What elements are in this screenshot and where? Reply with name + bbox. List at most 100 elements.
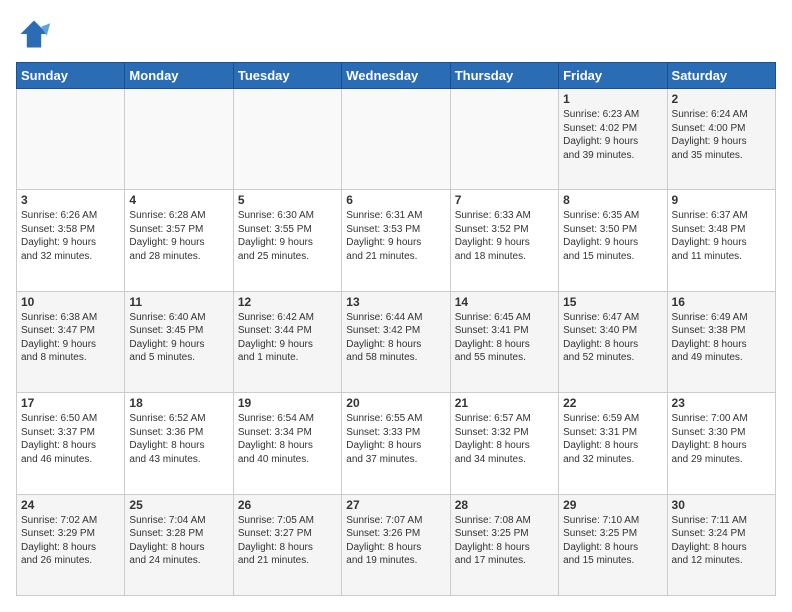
day-number: 4 — [129, 193, 228, 207]
day-number: 10 — [21, 295, 120, 309]
calendar-cell: 5Sunrise: 6:30 AM Sunset: 3:55 PM Daylig… — [233, 190, 341, 291]
col-header-monday: Monday — [125, 63, 233, 89]
day-info: Sunrise: 6:52 AM Sunset: 3:36 PM Dayligh… — [129, 412, 228, 466]
day-info: Sunrise: 6:31 AM Sunset: 3:53 PM Dayligh… — [346, 209, 445, 263]
day-info: Sunrise: 6:40 AM Sunset: 3:45 PM Dayligh… — [129, 311, 228, 365]
calendar-cell: 25Sunrise: 7:04 AM Sunset: 3:28 PM Dayli… — [125, 494, 233, 595]
day-number: 27 — [346, 498, 445, 512]
day-info: Sunrise: 6:45 AM Sunset: 3:41 PM Dayligh… — [455, 311, 554, 365]
day-number: 20 — [346, 396, 445, 410]
day-number: 22 — [563, 396, 662, 410]
day-info: Sunrise: 6:24 AM Sunset: 4:00 PM Dayligh… — [672, 108, 771, 162]
calendar-cell — [17, 89, 125, 190]
day-info: Sunrise: 6:26 AM Sunset: 3:58 PM Dayligh… — [21, 209, 120, 263]
day-number: 6 — [346, 193, 445, 207]
logo-icon — [16, 16, 52, 52]
day-number: 15 — [563, 295, 662, 309]
calendar-cell: 15 Sunrise: 6:47 AM Sunset: 3:40 PM Dayli… — [559, 291, 667, 392]
calendar-cell — [125, 89, 233, 190]
day-info: Sunrise: 7:05 AM Sunset: 3:27 PM Dayligh… — [238, 514, 337, 568]
calendar-week-2: 3 Sunrise: 6:26 AM Sunset: 3:58 PM Daylig… — [17, 190, 776, 291]
calendar-cell: 29 Sunrise: 7:10 AM Sunset: 3:25 PM Dayli… — [559, 494, 667, 595]
calendar-cell: 23 Sunrise: 7:00 AM Sunset: 3:30 PM Dayli… — [667, 393, 775, 494]
day-info: Sunrise: 6:33 AM Sunset: 3:52 PM Dayligh… — [455, 209, 554, 263]
calendar-cell — [233, 89, 341, 190]
day-number: 16 — [672, 295, 771, 309]
calendar-cell: 1Sunrise: 6:23 AM Sunset: 4:02 PM Daylig… — [559, 89, 667, 190]
day-number: 13 — [346, 295, 445, 309]
day-info: Sunrise: 6:30 AM Sunset: 3:55 PM Dayligh… — [238, 209, 337, 263]
day-info: Sunrise: 6:57 AM Sunset: 3:32 PM Dayligh… — [455, 412, 554, 466]
day-number: 2 — [672, 92, 771, 106]
calendar-cell: 16 Sunrise: 6:49 AM Sunset: 3:38 PM Dayli… — [667, 291, 775, 392]
logo — [16, 16, 58, 52]
day-info: Sunrise: 6:38 AM Sunset: 3:47 PM Dayligh… — [21, 311, 120, 365]
day-number: 7 — [455, 193, 554, 207]
day-info: Sunrise: 6:23 AM Sunset: 4:02 PM Dayligh… — [563, 108, 662, 162]
day-info: Sunrise: 7:08 AM Sunset: 3:25 PM Dayligh… — [455, 514, 554, 568]
calendar-cell: 2 Sunrise: 6:24 AM Sunset: 4:00 PM Daylig… — [667, 89, 775, 190]
calendar-cell: 3 Sunrise: 6:26 AM Sunset: 3:58 PM Daylig… — [17, 190, 125, 291]
day-info: Sunrise: 6:37 AM Sunset: 3:48 PM Dayligh… — [672, 209, 771, 263]
day-info: Sunrise: 6:49 AM Sunset: 3:38 PM Dayligh… — [672, 311, 771, 365]
day-number: 28 — [455, 498, 554, 512]
calendar-cell: 20 Sunrise: 6:55 AM Sunset: 3:33 PM Dayli… — [342, 393, 450, 494]
day-info: Sunrise: 7:11 AM Sunset: 3:24 PM Dayligh… — [672, 514, 771, 568]
day-number: 21 — [455, 396, 554, 410]
day-number: 9 — [672, 193, 771, 207]
day-info: Sunrise: 6:55 AM Sunset: 3:33 PM Dayligh… — [346, 412, 445, 466]
day-number: 25 — [129, 498, 228, 512]
day-number: 14 — [455, 295, 554, 309]
day-info: Sunrise: 6:35 AM Sunset: 3:50 PM Dayligh… — [563, 209, 662, 263]
day-number: 17 — [21, 396, 120, 410]
day-info: Sunrise: 7:02 AM Sunset: 3:29 PM Dayligh… — [21, 514, 120, 568]
calendar-cell: 19 Sunrise: 6:54 AM Sunset: 3:34 PM Dayli… — [233, 393, 341, 494]
calendar-cell: 4 Sunrise: 6:28 AM Sunset: 3:57 PM Daylig… — [125, 190, 233, 291]
calendar-cell: 28 Sunrise: 7:08 AM Sunset: 3:25 PM Dayli… — [450, 494, 558, 595]
col-header-thursday: Thursday — [450, 63, 558, 89]
calendar-week-5: 24 Sunrise: 7:02 AM Sunset: 3:29 PM Dayli… — [17, 494, 776, 595]
calendar-cell — [342, 89, 450, 190]
day-info: Sunrise: 6:50 AM Sunset: 3:37 PM Dayligh… — [21, 412, 120, 466]
day-number: 12 — [238, 295, 337, 309]
calendar-cell: 21 Sunrise: 6:57 AM Sunset: 3:32 PM Dayli… — [450, 393, 558, 494]
day-number: 30 — [672, 498, 771, 512]
day-number: 29 — [563, 498, 662, 512]
calendar-cell: 22 Sunrise: 6:59 AM Sunset: 3:31 PM Dayli… — [559, 393, 667, 494]
day-number: 23 — [672, 396, 771, 410]
day-info: Sunrise: 7:00 AM Sunset: 3:30 PM Dayligh… — [672, 412, 771, 466]
calendar-cell: 30 Sunrise: 7:11 AM Sunset: 3:24 PM Dayli… — [667, 494, 775, 595]
calendar-cell: 12 Sunrise: 6:42 AM Sunset: 3:44 PM Dayli… — [233, 291, 341, 392]
calendar-week-4: 17 Sunrise: 6:50 AM Sunset: 3:37 PM Dayli… — [17, 393, 776, 494]
calendar-table: SundayMondayTuesdayWednesdayThursdayFrid… — [16, 62, 776, 596]
calendar-week-3: 10 Sunrise: 6:38 AM Sunset: 3:47 PM Dayli… — [17, 291, 776, 392]
day-info: Sunrise: 6:47 AM Sunset: 3:40 PM Dayligh… — [563, 311, 662, 365]
day-number: 19 — [238, 396, 337, 410]
calendar-cell: 7 Sunrise: 6:33 AM Sunset: 3:52 PM Daylig… — [450, 190, 558, 291]
day-info: Sunrise: 6:44 AM Sunset: 3:42 PM Dayligh… — [346, 311, 445, 365]
calendar-cell: 14 Sunrise: 6:45 AM Sunset: 3:41 PM Dayli… — [450, 291, 558, 392]
calendar-cell: 18 Sunrise: 6:52 AM Sunset: 3:36 PM Dayli… — [125, 393, 233, 494]
col-header-wednesday: Wednesday — [342, 63, 450, 89]
page: SundayMondayTuesdayWednesdayThursdayFrid… — [0, 0, 792, 612]
calendar-cell: 17 Sunrise: 6:50 AM Sunset: 3:37 PM Dayli… — [17, 393, 125, 494]
col-header-sunday: Sunday — [17, 63, 125, 89]
header — [16, 16, 776, 52]
day-info: Sunrise: 6:54 AM Sunset: 3:34 PM Dayligh… — [238, 412, 337, 466]
day-number: 26 — [238, 498, 337, 512]
day-number: 8 — [563, 193, 662, 207]
day-info: Sunrise: 6:59 AM Sunset: 3:31 PM Dayligh… — [563, 412, 662, 466]
calendar-cell: 10 Sunrise: 6:38 AM Sunset: 3:47 PM Dayli… — [17, 291, 125, 392]
day-number: 3 — [21, 193, 120, 207]
calendar-cell — [450, 89, 558, 190]
calendar-cell: 8 Sunrise: 6:35 AM Sunset: 3:50 PM Daylig… — [559, 190, 667, 291]
day-number: 24 — [21, 498, 120, 512]
day-info: Sunrise: 6:28 AM Sunset: 3:57 PM Dayligh… — [129, 209, 228, 263]
day-number: 18 — [129, 396, 228, 410]
calendar-cell: 26 Sunrise: 7:05 AM Sunset: 3:27 PM Dayli… — [233, 494, 341, 595]
calendar-week-1: 1Sunrise: 6:23 AM Sunset: 4:02 PM Daylig… — [17, 89, 776, 190]
day-info: Sunrise: 7:07 AM Sunset: 3:26 PM Dayligh… — [346, 514, 445, 568]
calendar-cell: 11Sunrise: 6:40 AM Sunset: 3:45 PM Dayli… — [125, 291, 233, 392]
day-info: Sunrise: 7:10 AM Sunset: 3:25 PM Dayligh… — [563, 514, 662, 568]
day-info: Sunrise: 6:42 AM Sunset: 3:44 PM Dayligh… — [238, 311, 337, 365]
